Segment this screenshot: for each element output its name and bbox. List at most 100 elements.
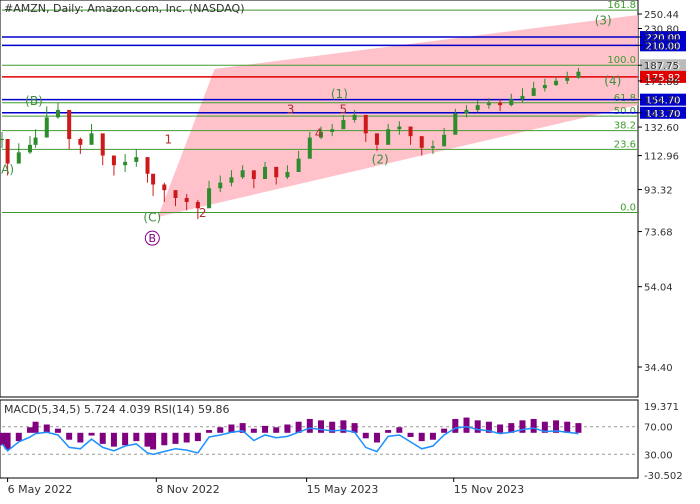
candle-body	[475, 105, 480, 110]
candle-body	[341, 119, 346, 130]
candle-body	[386, 129, 391, 145]
macd-bar	[144, 432, 151, 447]
candle-body	[408, 126, 413, 137]
candle-body	[173, 190, 178, 198]
x-tick-label: 15 May 2023	[307, 483, 379, 496]
candle-body	[123, 161, 128, 166]
macd-bar	[4, 432, 11, 450]
candle-body	[330, 129, 335, 132]
candle-body	[363, 114, 368, 134]
fib-label: 38.2	[614, 121, 636, 132]
candle-body	[263, 166, 268, 180]
candle-body	[151, 173, 156, 185]
macd-bar	[66, 432, 73, 440]
macd-bar	[217, 427, 224, 433]
wave-label: (4)	[604, 74, 621, 88]
macd-bar	[88, 432, 95, 436]
candle-body	[419, 136, 424, 148]
y-tick-label: 171.88	[644, 77, 679, 88]
indicator-tick-label: 70.00	[644, 423, 673, 434]
macd-bar	[194, 432, 201, 442]
candle-body	[0, 138, 4, 140]
wave-label: (B)	[25, 94, 43, 108]
candle-body	[565, 77, 570, 81]
x-tick-label: 15 Nov 2023	[454, 483, 524, 496]
fib-label: 50.0	[614, 106, 636, 117]
macd-bar	[54, 428, 61, 433]
wave-label: B	[149, 232, 157, 245]
indicator-tick-label: 30.00	[644, 450, 673, 461]
macd-bar	[396, 427, 403, 433]
candle-body	[520, 95, 525, 100]
candle-body	[229, 177, 234, 183]
indicator-tick-label: 19.371	[644, 402, 679, 413]
macd-bar	[317, 420, 324, 433]
y-tick-label: 210.00	[644, 41, 679, 52]
y-tick-label: 143.70	[644, 109, 679, 120]
candle-body	[5, 138, 10, 164]
macd-bar	[385, 430, 392, 433]
candle-body	[307, 137, 312, 159]
indicator-title: MACD(5,34,5) 5.724 4.039 RSI(14) 59.86	[4, 403, 229, 416]
candle-body	[145, 157, 150, 174]
macd-bar	[122, 432, 129, 446]
candle-body	[498, 102, 503, 106]
macd-bar	[133, 432, 140, 442]
candle-body	[27, 144, 32, 153]
y-tick-label: 187.75	[644, 61, 679, 72]
macd-bar	[306, 418, 313, 433]
macd-bar	[77, 432, 84, 443]
candle-body	[531, 88, 536, 96]
y-tick-label: 73.68	[644, 228, 673, 239]
macd-bar	[575, 423, 582, 433]
y-tick-label: 54.04	[644, 283, 673, 294]
macd-bar	[418, 432, 425, 442]
price-axis: 250.44230.80220.00210.00187.75171.88154.…	[638, 10, 679, 374]
chart-canvas: 161.8100.061.850.038.223.60.0 220.00210.…	[0, 0, 686, 496]
macd-bar	[183, 432, 190, 443]
candle-body	[442, 134, 447, 147]
macd-bar	[250, 428, 257, 433]
candle-body	[44, 117, 49, 138]
macd-bar	[564, 421, 571, 433]
y-tick-label: 34.40	[644, 363, 673, 374]
fib-label: 161.8	[607, 0, 636, 11]
macd-bar	[172, 432, 179, 444]
candle-body	[274, 166, 279, 178]
candle-body	[134, 157, 139, 162]
candle-body	[576, 71, 581, 78]
candle-body	[33, 137, 38, 145]
candle-body	[207, 188, 212, 209]
macd-bar	[362, 432, 369, 439]
macd-bar	[273, 427, 280, 433]
macd-bar	[161, 432, 168, 446]
candle-body	[430, 146, 435, 148]
fib-label: 100.0	[607, 55, 636, 66]
macd-bar	[32, 421, 39, 433]
macd-bar	[0, 432, 5, 446]
macd-bar	[373, 432, 380, 443]
candle-body	[89, 133, 94, 145]
fib-label: 0.0	[620, 203, 636, 214]
macd-bar	[150, 432, 157, 450]
fib-label: 61.8	[614, 93, 636, 104]
macd-bar	[206, 430, 213, 433]
macd-bar	[530, 418, 537, 433]
macd-bar	[15, 432, 22, 442]
x-tick-label: 8 Nov 2022	[156, 483, 219, 496]
macd-bar	[463, 417, 470, 433]
candle-body	[67, 109, 72, 139]
candle-body	[240, 170, 245, 178]
wave-label: 3	[287, 103, 295, 117]
macd-bar	[519, 420, 526, 433]
wave-label: (3)	[595, 14, 612, 28]
candle-body	[218, 182, 223, 189]
indicator-tick-label: -30.502	[644, 471, 683, 482]
candle-body	[464, 109, 469, 114]
y-tick-label: 112.96	[644, 152, 679, 163]
candle-body	[352, 114, 357, 120]
candle-body	[78, 138, 83, 145]
candle-body	[251, 170, 256, 180]
macd-bar	[262, 425, 269, 433]
wave-label: 5	[340, 103, 348, 117]
